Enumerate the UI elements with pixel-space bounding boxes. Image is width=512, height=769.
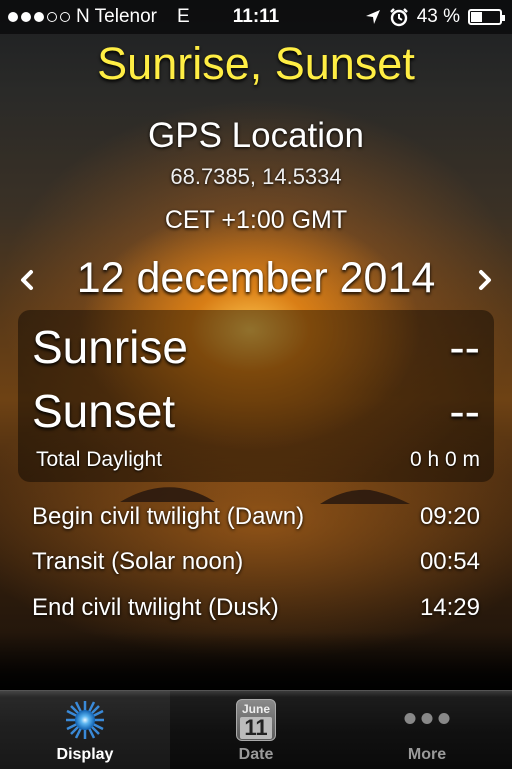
- calendar-icon: June 11: [236, 699, 276, 741]
- total-daylight-row: Total Daylight 0 h 0 m: [36, 448, 480, 472]
- chevron-right-icon: [479, 270, 491, 290]
- tab-display[interactable]: Display: [0, 691, 170, 769]
- tab-more[interactable]: More: [342, 691, 512, 769]
- sunset-row: Sunset --: [32, 384, 480, 440]
- detail-value: 09:20: [419, 503, 480, 530]
- solar-noon-row: Transit (Solar noon) 00:54: [32, 548, 480, 576]
- tab-more-label: More: [407, 746, 447, 763]
- gps-coordinates: 68.7385, 14.5334: [170, 164, 342, 189]
- twilight-dawn-row: Begin civil twilight (Dawn) 09:20: [32, 503, 480, 531]
- sunset-value: --: [449, 385, 480, 437]
- status-bar: N Telenor E 11:11 43 %: [0, 0, 512, 34]
- daylight-value: 0 h 0 m: [409, 448, 480, 471]
- current-date: 12 december 2014: [76, 254, 436, 302]
- detail-label: Transit (Solar noon): [32, 548, 244, 575]
- detail-value: 00:54: [419, 548, 480, 575]
- calendar-icon-month: June: [241, 702, 270, 716]
- tab-date[interactable]: June 11 Date: [171, 691, 341, 769]
- sun-burst-icon: [64, 699, 106, 746]
- detail-label: Begin civil twilight (Dawn): [32, 503, 305, 530]
- calendar-icon-day: 11: [240, 717, 272, 739]
- date-navigator: 12 december 2014: [0, 254, 512, 308]
- battery-percent: 43 %: [416, 6, 460, 27]
- foliage-silhouette: [0, 632, 512, 692]
- detail-label: End civil twilight (Dusk): [32, 594, 279, 621]
- daylight-label: Total Daylight: [36, 448, 163, 471]
- timezone-label: CET +1:00 GMT: [164, 206, 348, 234]
- tab-bar: Display June 11 Date More: [0, 690, 512, 769]
- sunrise-row: Sunrise --: [32, 320, 480, 376]
- battery-icon: [468, 9, 505, 25]
- tab-display-label: Display: [56, 746, 114, 763]
- location-title: GPS Location: [148, 116, 364, 155]
- sun-summary-panel: Sunrise -- Sunset -- Total Daylight 0 h …: [18, 310, 494, 482]
- twilight-dusk-row: End civil twilight (Dusk) 14:29: [32, 594, 480, 622]
- detail-value: 14:29: [419, 594, 480, 621]
- sunrise-label: Sunrise: [32, 321, 188, 373]
- next-day-button[interactable]: [470, 260, 500, 300]
- app-title: Sunrise, Sunset: [97, 38, 415, 89]
- tab-date-label: Date: [238, 746, 274, 763]
- sunrise-value: --: [449, 321, 480, 373]
- alarm-clock-icon: [389, 8, 408, 27]
- more-dots-icon: [404, 713, 450, 724]
- previous-day-button[interactable]: [12, 260, 42, 300]
- sunset-label: Sunset: [32, 385, 176, 437]
- location-arrow-icon: [365, 10, 380, 24]
- chevron-left-icon: [21, 270, 33, 290]
